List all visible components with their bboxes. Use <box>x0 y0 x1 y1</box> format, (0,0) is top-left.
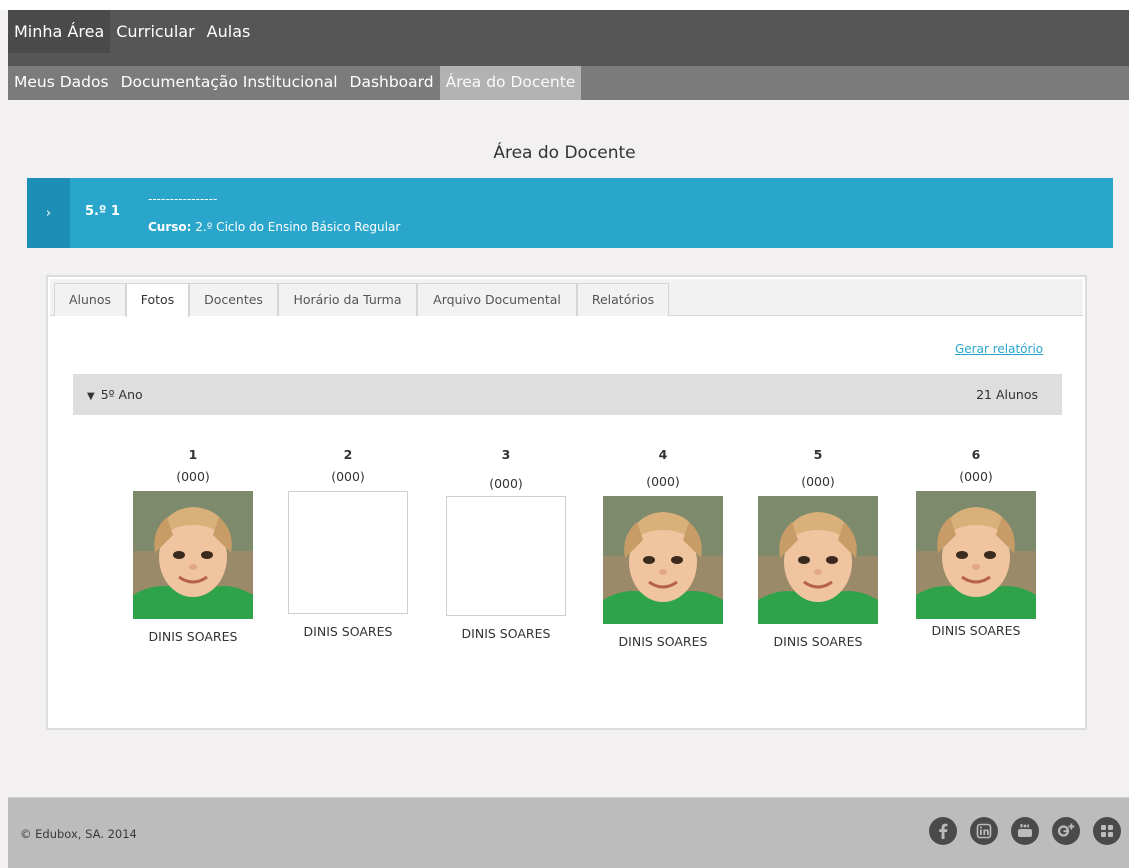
student-name: DINIS SOARES <box>461 626 551 641</box>
student-number: 4 <box>658 447 668 462</box>
student-photo[interactable] <box>603 496 723 624</box>
year-toggle[interactable]: ▼ 5º Ano <box>87 387 143 402</box>
generate-report-link[interactable]: Gerar relatório <box>955 342 1043 356</box>
linkedin-icon[interactable] <box>970 817 998 845</box>
caret-down-icon: ▼ <box>87 391 95 402</box>
student-photo[interactable] <box>758 496 878 624</box>
student-card: 3 (000) DINIS SOARES <box>436 447 576 641</box>
class-header: › 5.º 1 ---------------- Curso: 2.º Cicl… <box>27 178 1113 248</box>
student-card: 5 (000) DINIS SOARES <box>748 447 888 649</box>
student-photo-placeholder[interactable] <box>446 496 566 616</box>
tab-arquivo[interactable]: Arquivo Documental <box>417 283 577 316</box>
footer: © Edubox, SA. 2014 <box>8 797 1129 868</box>
student-name: DINIS SOARES <box>148 629 238 644</box>
student-card: 1 (000) DINIS SOARES <box>123 447 263 644</box>
student-name: DINIS SOARES <box>931 623 1021 638</box>
student-code: (000) <box>489 476 523 491</box>
student-number: 1 <box>188 447 198 462</box>
course-info: Curso: 2.º Ciclo do Ensino Básico Regula… <box>148 220 400 234</box>
class-code: 5.º 1 <box>85 204 120 219</box>
student-card: 4 (000) DINIS SOARES <box>593 447 733 649</box>
student-number: 5 <box>813 447 823 462</box>
student-code: (000) <box>331 469 365 484</box>
student-number: 2 <box>343 447 353 462</box>
social-links <box>929 817 1121 845</box>
tab-horario[interactable]: Horário da Turma <box>278 283 417 316</box>
course-label: Curso: <box>148 220 192 234</box>
subnav-item-dashboard[interactable]: Dashboard <box>344 66 440 100</box>
top-border <box>0 0 1129 10</box>
class-name-placeholder: ---------------- <box>148 192 218 206</box>
tab-relatorios[interactable]: Relatórios <box>577 283 669 316</box>
tab-alunos[interactable]: Alunos <box>54 283 126 316</box>
content-panel: Alunos Fotos Docentes Horário da Turma A… <box>46 275 1087 730</box>
student-name: DINIS SOARES <box>303 624 393 639</box>
youtube-icon[interactable] <box>1011 817 1039 845</box>
student-code: (000) <box>646 474 680 489</box>
secondary-nav: Meus Dados Documentação Institucional Da… <box>8 66 1129 100</box>
subnav-item-area-docente[interactable]: Área do Docente <box>439 66 582 100</box>
student-card: 6 (000) DINIS SOARES <box>906 447 1046 638</box>
tab-docentes[interactable]: Docentes <box>189 283 278 316</box>
student-name: DINIS SOARES <box>618 634 708 649</box>
google-plus-icon[interactable] <box>1052 817 1080 845</box>
tab-fotos[interactable]: Fotos <box>126 283 189 317</box>
student-photo[interactable] <box>916 491 1036 619</box>
year-group-header: ▼ 5º Ano 21 Alunos <box>73 374 1062 415</box>
subnav-item-documentacao[interactable]: Documentação Institucional <box>115 66 344 100</box>
expand-toggle[interactable]: › <box>27 178 70 248</box>
nav-item-curricular[interactable]: Curricular <box>110 10 200 53</box>
nav-item-minha-area[interactable]: Minha Área <box>8 10 111 53</box>
extra-icon[interactable] <box>1093 817 1121 845</box>
student-number: 3 <box>501 447 511 462</box>
nav-item-aulas[interactable]: Aulas <box>201 10 257 53</box>
subnav-item-meus-dados[interactable]: Meus Dados <box>8 66 115 100</box>
student-number: 6 <box>971 447 981 462</box>
facebook-icon[interactable] <box>929 817 957 845</box>
course-value: 2.º Ciclo do Ensino Básico Regular <box>191 220 401 234</box>
student-photo[interactable] <box>133 491 253 619</box>
student-code: (000) <box>801 474 835 489</box>
copyright-text: © Edubox, SA. 2014 <box>20 827 137 841</box>
student-name: DINIS SOARES <box>773 634 863 649</box>
student-photo-placeholder[interactable] <box>288 491 408 614</box>
tab-bar: Alunos Fotos Docentes Horário da Turma A… <box>50 279 1083 317</box>
year-label: 5º Ano <box>100 387 143 402</box>
page-title: Área do Docente <box>493 143 636 163</box>
student-code: (000) <box>959 469 993 484</box>
chevron-right-icon: › <box>45 205 52 221</box>
student-code: (000) <box>176 469 210 484</box>
student-count: 21 Alunos <box>976 387 1038 402</box>
student-card: 2 (000) DINIS SOARES <box>278 447 418 639</box>
primary-nav: Minha Área Curricular Aulas <box>8 10 1129 66</box>
